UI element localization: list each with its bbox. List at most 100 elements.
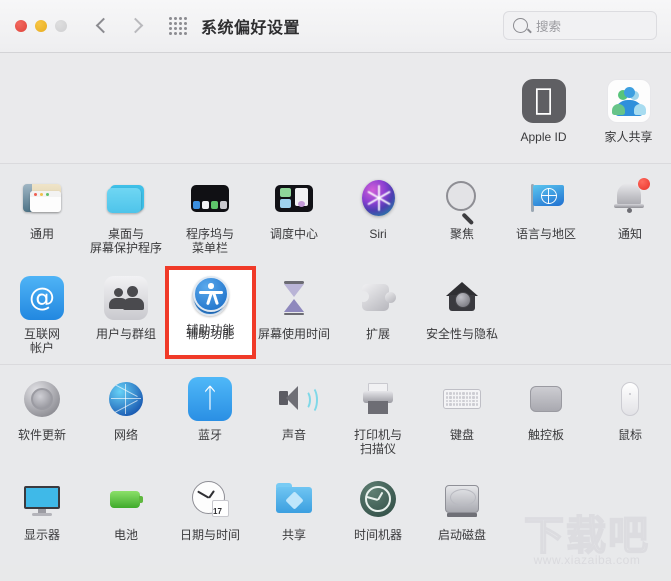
pref-pane-family-sharing[interactable]: 家人共享	[586, 67, 671, 144]
pref-pane-label: 时间机器	[353, 528, 402, 542]
pref-pane-sharing[interactable]: 共享	[252, 465, 336, 565]
pref-pane-label: 桌面与 屏幕保护程序	[89, 227, 162, 255]
window-toolbar: 系统偏好设置 搜索	[0, 0, 671, 53]
pref-pane-trackpad[interactable]: 触控板	[504, 365, 588, 465]
pref-row: @ 互联网 帐户 用户与群组 辅助功能 屏幕使用时间 扩展 安全性与隐私	[0, 264, 671, 364]
pref-pane-label: 通知	[617, 227, 642, 241]
pref-pane-extensions[interactable]: 扩展	[336, 264, 420, 364]
language-region-icon	[524, 176, 568, 220]
pref-pane-label: 网络	[113, 428, 138, 442]
extensions-icon	[356, 276, 400, 320]
account-section:  Apple ID 家人共享	[0, 53, 671, 163]
pref-row: 通用 桌面与 屏幕保护程序 程序坞与 菜单栏 调度中心 Siri 聚焦 语言与地…	[0, 164, 671, 264]
pref-pane-accessibility-overlay[interactable]: 辅助功能	[168, 272, 253, 337]
close-button[interactable]	[15, 20, 27, 32]
displays-icon	[20, 477, 64, 521]
family-sharing-icon	[606, 79, 651, 123]
pref-pane-label: 打印机与 扫描仪	[353, 428, 402, 456]
pref-pane-label: 屏幕使用时间	[257, 327, 330, 341]
pref-pane-notifications[interactable]: 通知	[588, 164, 671, 264]
pref-pane-sound[interactable]: 声音	[252, 365, 336, 465]
pref-pane-label: 互联网 帐户	[23, 327, 60, 355]
forward-icon[interactable]	[129, 19, 143, 33]
pref-pane-label: 通用	[29, 227, 54, 241]
startup-disk-icon	[440, 477, 484, 521]
apple-id-icon: 	[521, 79, 566, 123]
screen-time-icon	[272, 276, 316, 320]
pref-pane-apple-id[interactable]:  Apple ID	[501, 67, 586, 144]
pref-pane-label: 软件更新	[17, 428, 66, 442]
pref-pane-label: 辅助功能	[186, 323, 235, 337]
pref-pane-printers-scanners[interactable]: 打印机与 扫描仪	[336, 365, 420, 465]
pref-pane-label: 鼠标	[617, 428, 642, 442]
pref-pane-screen-time[interactable]: 屏幕使用时间	[252, 264, 336, 364]
zoom-button	[55, 20, 67, 32]
pref-pane-dock-menubar[interactable]: 程序坞与 菜单栏	[168, 164, 252, 264]
pref-pane-date-time[interactable]: 17 日期与时间	[168, 465, 252, 565]
pref-row: 软件更新 网络 ᛏ 蓝牙 声音 打印机与 扫描仪 键盘 触控板 鼠标	[0, 365, 671, 465]
pref-pane-label: 程序坞与 菜单栏	[185, 227, 234, 255]
sharing-icon	[272, 477, 316, 521]
network-icon	[104, 377, 148, 421]
show-all-grid-icon[interactable]	[169, 17, 187, 35]
pref-pane-users-groups[interactable]: 用户与群组	[84, 264, 168, 364]
pref-pane-internet-accounts[interactable]: @ 互联网 帐户	[0, 264, 84, 364]
system-preferences-window: 系统偏好设置 搜索  Apple ID 家人共享	[0, 0, 671, 581]
personal-section: 通用 桌面与 屏幕保护程序 程序坞与 菜单栏 调度中心 Siri 聚焦 语言与地…	[0, 164, 671, 364]
pref-grid-empty-slot	[588, 264, 671, 364]
pref-pane-label: 声音	[281, 428, 306, 442]
pref-pane-software-update[interactable]: 软件更新	[0, 365, 84, 465]
pref-pane-mission-control[interactable]: 调度中心	[252, 164, 336, 264]
bluetooth-icon: ᛏ	[188, 377, 232, 421]
pref-pane-label: 蓝牙	[197, 428, 222, 442]
pref-row: 显示器 电池 17 日期与时间 共享 时间机器 启动磁盘	[0, 465, 671, 565]
pref-pane-label: 键盘	[449, 428, 474, 442]
pref-pane-time-machine[interactable]: 时间机器	[336, 465, 420, 565]
pref-pane-label: 显示器	[23, 528, 60, 542]
battery-icon	[104, 477, 148, 521]
pref-grid-empty-slot	[504, 264, 588, 364]
pref-pane-label: 用户与群组	[95, 327, 156, 341]
general-icon	[20, 176, 64, 220]
pref-pane-label: 聚焦	[449, 227, 474, 241]
notifications-icon	[608, 176, 652, 220]
pref-pane-startup-disk[interactable]: 启动磁盘	[420, 465, 504, 565]
back-icon[interactable]	[95, 19, 109, 33]
pref-pane-label: Siri	[369, 227, 387, 241]
search-field[interactable]: 搜索	[503, 11, 657, 40]
pref-pane-displays[interactable]: 显示器	[0, 465, 84, 565]
pref-pane-label: Apple ID	[520, 130, 567, 144]
minimize-button[interactable]	[35, 20, 47, 32]
pref-pane-battery[interactable]: 电池	[84, 465, 168, 565]
pref-pane-label: 调度中心	[269, 227, 318, 241]
pref-pane-bluetooth[interactable]: ᛏ 蓝牙	[168, 365, 252, 465]
pref-pane-mouse[interactable]: 鼠标	[588, 365, 671, 465]
software-update-icon	[20, 377, 64, 421]
security-privacy-icon	[440, 276, 484, 320]
pref-pane-general[interactable]: 通用	[0, 164, 84, 264]
pref-pane-keyboard[interactable]: 键盘	[420, 365, 504, 465]
pref-pane-language-region[interactable]: 语言与地区	[504, 164, 588, 264]
time-machine-icon	[356, 477, 400, 521]
pref-pane-label: 启动磁盘	[437, 528, 486, 542]
pref-pane-spotlight[interactable]: 聚焦	[420, 164, 504, 264]
pref-pane-label: 安全性与隐私	[425, 327, 498, 341]
search-icon	[513, 18, 528, 33]
pref-pane-label: 电池	[113, 528, 138, 542]
navigation-buttons	[95, 19, 143, 33]
pref-pane-security-privacy[interactable]: 安全性与隐私	[420, 264, 504, 364]
search-placeholder: 搜索	[536, 20, 562, 34]
date-time-icon: 17	[188, 477, 232, 521]
internet-accounts-icon: @	[20, 276, 64, 320]
pref-pane-label: 日期与时间	[179, 528, 240, 542]
calendar-badge: 17	[212, 500, 229, 517]
pref-grid-empty-slot	[504, 465, 588, 565]
pref-pane-siri[interactable]: Siri	[336, 164, 420, 264]
pref-pane-desktop-screensaver[interactable]: 桌面与 屏幕保护程序	[84, 164, 168, 264]
calendar-day-number: 17	[213, 507, 222, 516]
sound-icon	[272, 377, 318, 421]
pref-pane-network[interactable]: 网络	[84, 365, 168, 465]
siri-icon	[356, 176, 400, 220]
keyboard-icon	[440, 377, 484, 421]
dock-menubar-icon	[188, 176, 232, 220]
